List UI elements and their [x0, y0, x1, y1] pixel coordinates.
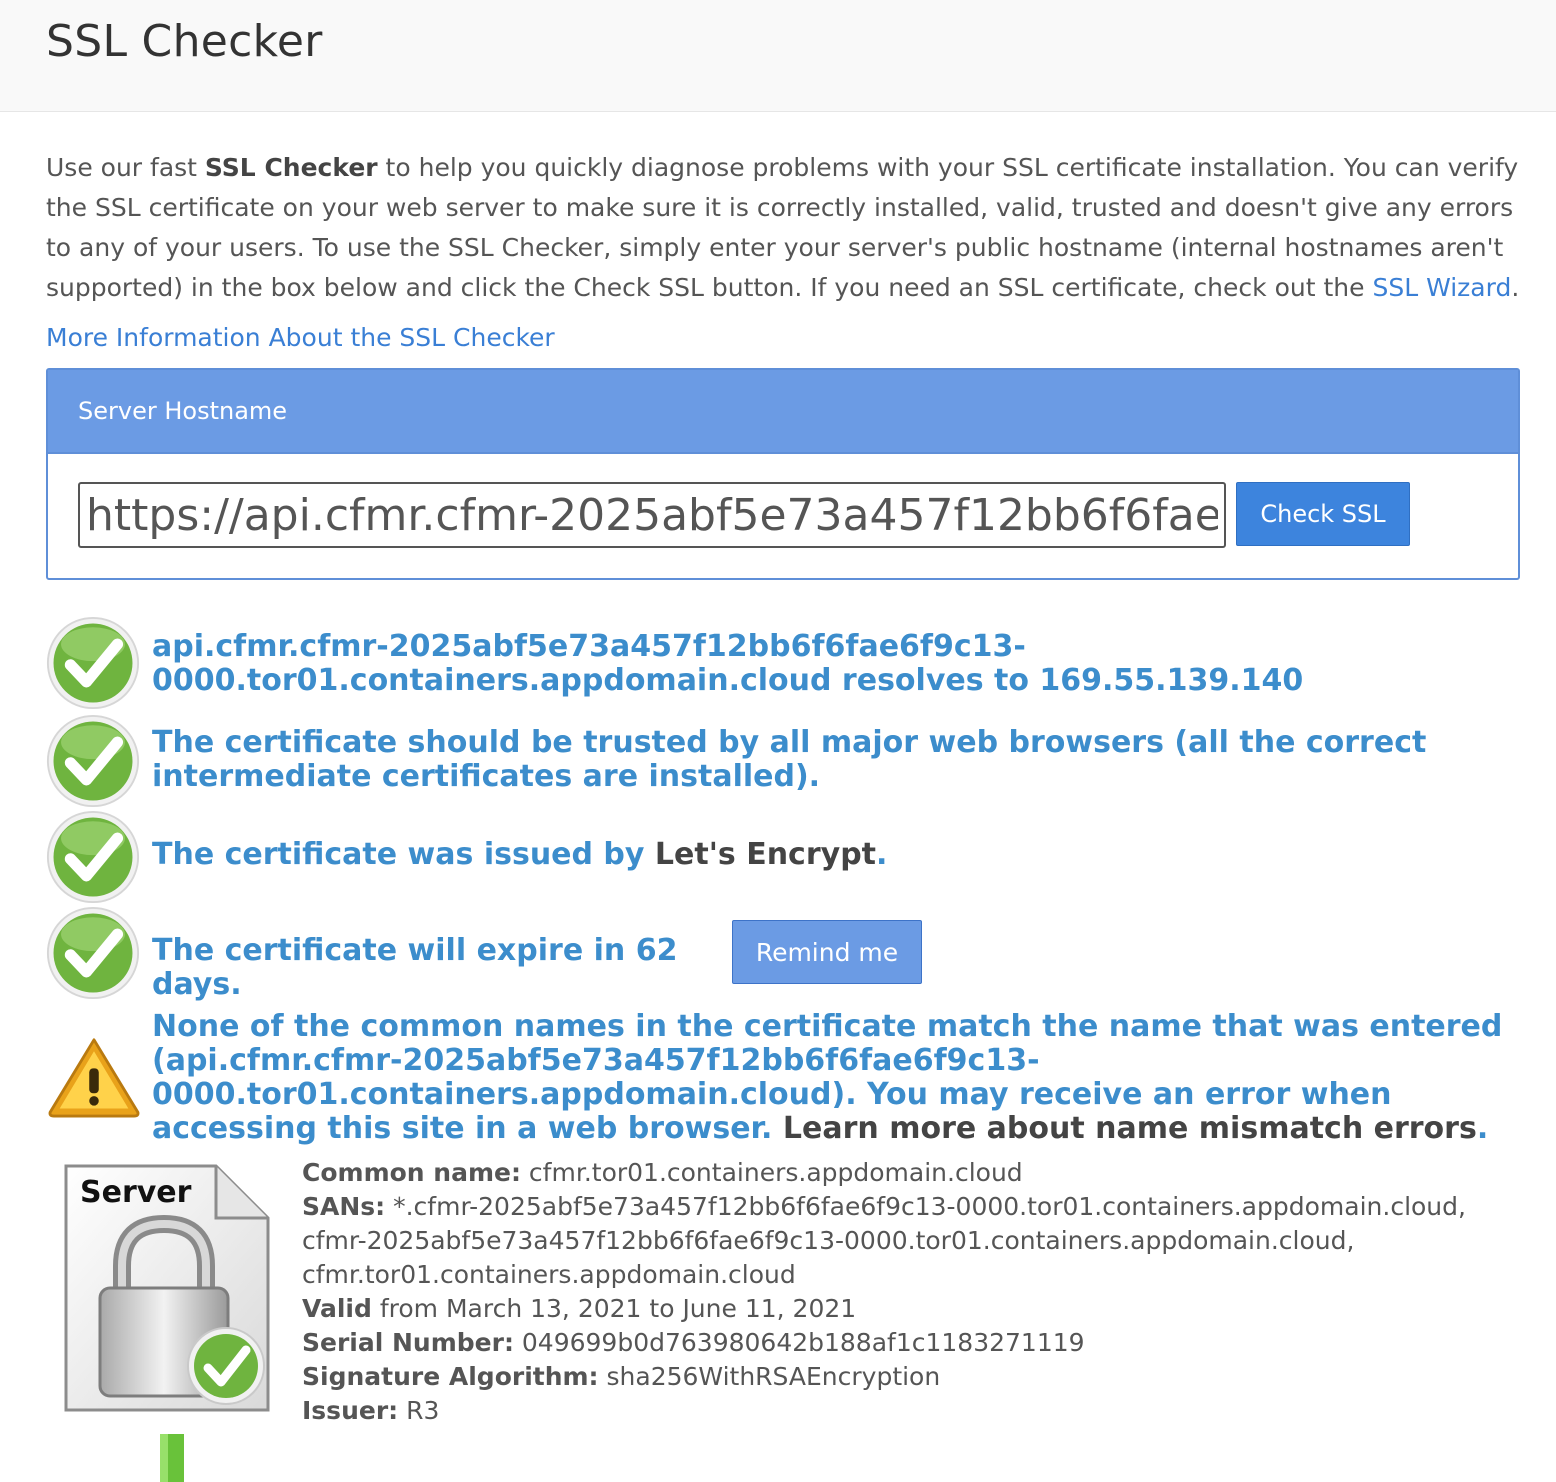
panel-title: Server Hostname	[48, 370, 1518, 454]
detail-issuer: Issuer: R3	[302, 1394, 1522, 1428]
serial-label: Serial Number:	[302, 1328, 514, 1357]
valid-value: from March 13, 2021 to June 11, 2021	[371, 1294, 857, 1323]
result-resolves: api.cfmr.cfmr-2025abf5e73a457f12bb6f6fae…	[152, 629, 1304, 698]
detail-common-name: Common name: cfmr.tor01.containers.appdo…	[302, 1156, 1522, 1190]
ssl-wizard-link[interactable]: SSL Wizard	[1372, 273, 1511, 302]
green-arrow-down-icon	[160, 1434, 184, 1482]
issuer-value: R3	[398, 1396, 440, 1425]
detail-signature-algorithm: Signature Algorithm: sha256WithRSAEncryp…	[302, 1360, 1522, 1394]
intro-bold: SSL Checker	[204, 153, 378, 182]
sigalg-label: Signature Algorithm:	[302, 1362, 599, 1391]
sans-value: *.cfmr-2025abf5e73a457f12bb6f6fae6f9c13-…	[302, 1192, 1466, 1289]
green-check-circle-icon	[46, 714, 140, 808]
green-check-circle-icon	[46, 810, 140, 904]
page-title: SSL Checker	[46, 16, 323, 67]
certificate-details: Common name: cfmr.tor01.containers.appdo…	[302, 1156, 1522, 1428]
server-certificate-lock-icon: Server	[64, 1164, 270, 1412]
green-check-circle-icon	[46, 906, 140, 1000]
issuer-name: Let's Encrypt	[654, 837, 877, 872]
remind-me-button[interactable]: Remind me	[732, 920, 922, 984]
detail-valid: Valid from March 13, 2021 to June 11, 20…	[302, 1292, 1522, 1326]
more-info-link[interactable]: More Information About the SSL Checker	[46, 320, 555, 356]
result-name-mismatch: None of the common names in the certific…	[152, 1010, 1524, 1146]
sans-label: SANs:	[302, 1192, 386, 1221]
serial-value: 049699b0d763980642b188af1c1183271119	[513, 1328, 1085, 1357]
green-check-circle-icon	[46, 616, 140, 710]
server-label: Server	[80, 1175, 192, 1210]
issuer-label: Issuer:	[302, 1396, 399, 1425]
common-name-label: Common name:	[302, 1158, 521, 1187]
intro-text: Use our fast	[46, 153, 205, 182]
result-issued-by: The certificate was issued by Let's Encr…	[152, 838, 1524, 872]
hostname-input[interactable]	[78, 482, 1226, 548]
page-header: SSL Checker	[0, 0, 1556, 112]
check-ssl-button[interactable]: Check SSL	[1236, 482, 1410, 546]
issued-suffix: .	[876, 837, 888, 872]
intro-paragraph: Use our fast SSL Checker to help you qui…	[46, 148, 1526, 308]
common-name-value: cfmr.tor01.containers.appdomain.cloud	[520, 1158, 1023, 1187]
detail-sans: SANs: *.cfmr-2025abf5e73a457f12bb6f6fae6…	[302, 1190, 1522, 1292]
result-trusted: The certificate should be trusted by all…	[152, 725, 1427, 794]
warning-triangle-icon	[48, 1038, 140, 1118]
sigalg-value: sha256WithRSAEncryption	[598, 1362, 941, 1391]
mismatch-suffix: .	[1476, 1111, 1489, 1146]
intro-text-3: .	[1511, 273, 1520, 302]
result-expire: The certificate will expire in 62 days.	[152, 933, 678, 1002]
name-mismatch-link[interactable]: Learn more about name mismatch errors	[783, 1111, 1477, 1146]
hostname-form-panel: Server Hostname Check SSL	[46, 368, 1520, 580]
valid-label: Valid	[302, 1294, 372, 1323]
issued-text: The certificate was issued by	[152, 837, 655, 872]
detail-serial: Serial Number: 049699b0d763980642b188af1…	[302, 1326, 1522, 1360]
